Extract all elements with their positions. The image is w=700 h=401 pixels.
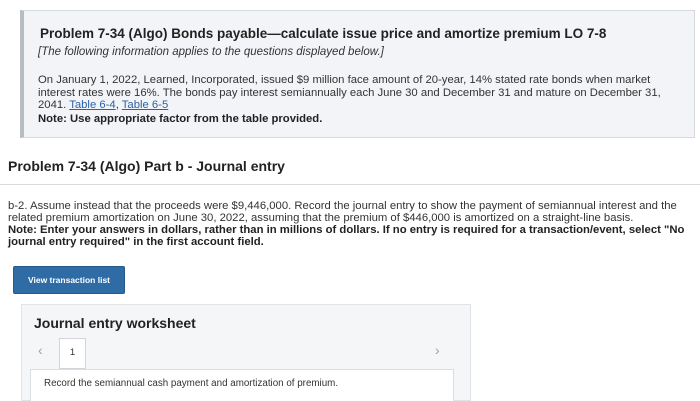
problem-note: Note: Use appropriate factor from the ta… <box>38 113 323 125</box>
task-text: Assume instead that the proceeds were $9… <box>8 200 677 224</box>
worksheet-entry-panel: Record the semiannual cash payment and a… <box>30 369 454 401</box>
problem-info-note: [The following information applies to th… <box>38 46 384 58</box>
part-title: Problem 7-34 (Algo) Part b - Journal ent… <box>8 158 285 174</box>
task-label: b-2. <box>8 200 28 212</box>
problem-info-box: Problem 7-34 (Algo) Bonds payable—calcul… <box>20 10 695 138</box>
worksheet-instruction: Record the semiannual cash payment and a… <box>44 378 339 389</box>
chevron-right-icon[interactable]: › <box>435 342 440 358</box>
view-transaction-list-button[interactable]: View transaction list <box>13 266 125 294</box>
table-6-4-link[interactable]: Table 6-4 <box>69 99 115 111</box>
problem-title: Problem 7-34 (Algo) Bonds payable—calcul… <box>40 26 607 41</box>
worksheet-title: Journal entry worksheet <box>34 315 196 331</box>
task-instructions: b-2. Assume instead that the proceeds we… <box>8 200 694 225</box>
worksheet-page-tab[interactable]: 1 <box>59 338 86 369</box>
task-note: Note: Enter your answers in dollars, rat… <box>8 224 685 248</box>
problem-paragraph: On January 1, 2022, Learned, Incorporate… <box>38 74 678 112</box>
table-6-5-link[interactable]: Table 6-5 <box>122 99 168 111</box>
chevron-left-icon[interactable]: ‹ <box>38 342 43 358</box>
section-divider <box>0 184 700 185</box>
